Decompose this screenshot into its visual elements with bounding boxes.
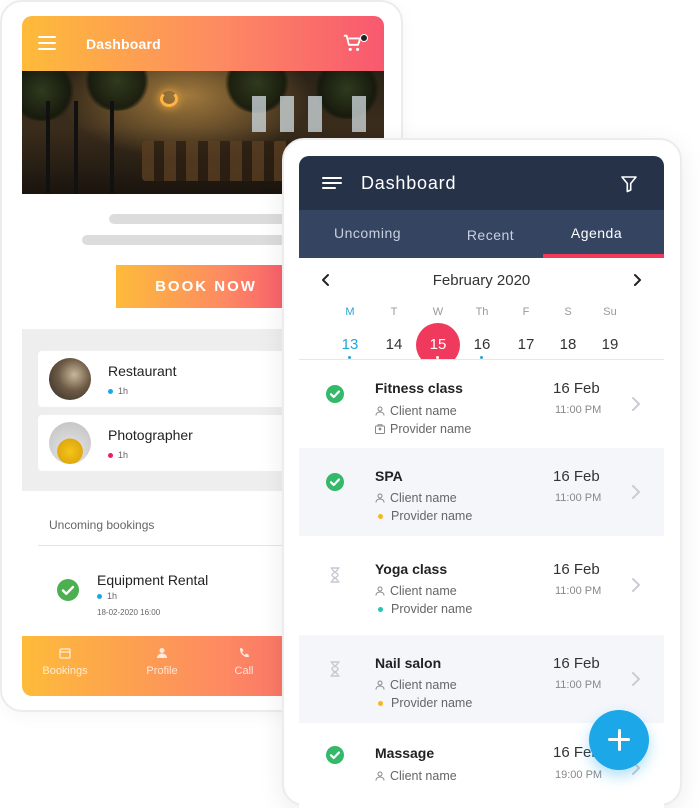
check-circle-icon	[326, 746, 344, 764]
booking-name: Nail salon	[375, 655, 442, 671]
category-time: 1h	[108, 386, 128, 396]
category-time: 1h	[108, 450, 128, 460]
chevron-right-icon[interactable]	[630, 273, 644, 287]
tab-upcoming[interactable]: Uncoming	[307, 210, 428, 258]
provider-icon	[375, 424, 385, 434]
category-name: Restaurant	[108, 363, 177, 379]
filter-icon[interactable]	[620, 175, 638, 193]
front-phone-screen: Dashboard Uncoming Recent Agenda Februar…	[299, 156, 664, 808]
booking-item[interactable]: Yoga class Client name Provider name 16 …	[299, 541, 664, 629]
book-now-button[interactable]: BOOK NOW	[116, 265, 296, 308]
booking-tabs: Uncoming Recent Agenda	[299, 210, 664, 258]
cart-badge	[360, 34, 368, 42]
booking-duration: 1h	[97, 591, 117, 601]
weekday-label: M	[345, 306, 355, 318]
booking-time: 19:00 PM	[555, 769, 603, 781]
booking-date: 16 Feb	[553, 380, 600, 397]
month-label: February 2020	[432, 272, 531, 289]
weekday-label: W	[432, 306, 444, 318]
booking-item[interactable]: Nail salon Client name Provider name 16 …	[299, 635, 664, 723]
booking-time: 11:00 PM	[555, 492, 602, 504]
person-icon	[375, 586, 385, 596]
front-header: Dashboard	[299, 156, 664, 210]
client-line: Client name	[375, 678, 457, 692]
booking-date: 16 Feb	[553, 468, 600, 485]
weekday-label: F	[522, 306, 530, 318]
weekday-label: Su	[603, 306, 617, 318]
person-icon	[375, 771, 385, 781]
check-circle-icon	[326, 473, 344, 491]
provider-line: Provider name	[375, 509, 472, 523]
chevron-right-icon[interactable]	[631, 671, 641, 687]
active-tab-indicator	[543, 254, 664, 258]
weekday-label: Th	[475, 306, 489, 318]
person-icon	[375, 493, 385, 503]
add-booking-button[interactable]	[589, 710, 649, 770]
tab-agenda[interactable]: Agenda	[536, 210, 657, 258]
person-icon	[375, 406, 385, 416]
provider-line: Provider name	[375, 422, 471, 436]
tab-call[interactable]: Call	[209, 647, 279, 677]
back-header-title: Dashboard	[86, 36, 161, 52]
client-line: Client name	[375, 584, 457, 598]
month-navigator: February 2020	[299, 268, 664, 298]
check-circle-icon	[326, 385, 344, 403]
hourglass-icon	[330, 661, 340, 677]
day-row: 13 14 15 16 17 18 19	[299, 323, 664, 367]
hourglass-icon	[330, 567, 340, 583]
person-icon	[375, 680, 385, 690]
booking-name: Massage	[375, 745, 435, 761]
booking-date: 16 Feb	[553, 655, 600, 672]
booking-date: 18-02-2020 16:00	[97, 608, 161, 617]
phone-icon	[239, 648, 249, 658]
category-name: Photographer	[108, 427, 193, 443]
calendar-icon	[59, 648, 71, 659]
menu-icon[interactable]	[38, 36, 56, 50]
chevron-right-icon[interactable]	[631, 396, 641, 412]
photographer-avatar	[49, 422, 91, 464]
booking-name: SPA	[375, 468, 403, 484]
booking-title[interactable]: Equipment Rental	[97, 572, 208, 588]
person-icon	[157, 648, 167, 658]
tab-bookings[interactable]: Bookings	[30, 647, 100, 677]
provider-line: Provider name	[375, 696, 472, 710]
back-header: Dashboard	[22, 16, 384, 71]
booking-time: 11:00 PM	[555, 404, 602, 416]
weekday-row: M T W Th F S Su	[299, 306, 664, 320]
booking-item[interactable]: Fitness class Client name Provider name …	[299, 360, 664, 448]
restaurant-avatar	[49, 358, 91, 400]
chevron-right-icon[interactable]	[631, 577, 641, 593]
check-circle-icon	[57, 579, 79, 601]
client-line: Client name	[375, 491, 457, 505]
booking-name: Fitness class	[375, 380, 463, 396]
booking-name: Yoga class	[375, 561, 448, 577]
tab-recent[interactable]: Recent	[430, 212, 551, 260]
upcoming-bookings-heading: Uncoming bookings	[49, 518, 155, 532]
booking-date: 16 Feb	[553, 561, 600, 578]
provider-line: Provider name	[375, 602, 472, 616]
booking-item[interactable]: SPA Client name Provider name 16 Feb 11:…	[299, 448, 664, 536]
weekday-label: S	[564, 306, 572, 318]
tab-profile[interactable]: Profile	[127, 647, 197, 677]
booking-time: 11:00 PM	[555, 585, 602, 597]
booking-time: 11:00 PM	[555, 679, 602, 691]
weekday-label: T	[390, 306, 398, 318]
client-line: Client name	[375, 404, 457, 418]
client-line: Client name	[375, 769, 457, 783]
chevron-right-icon[interactable]	[631, 484, 641, 500]
front-header-title: Dashboard	[361, 173, 457, 193]
menu-icon[interactable]	[322, 177, 342, 189]
